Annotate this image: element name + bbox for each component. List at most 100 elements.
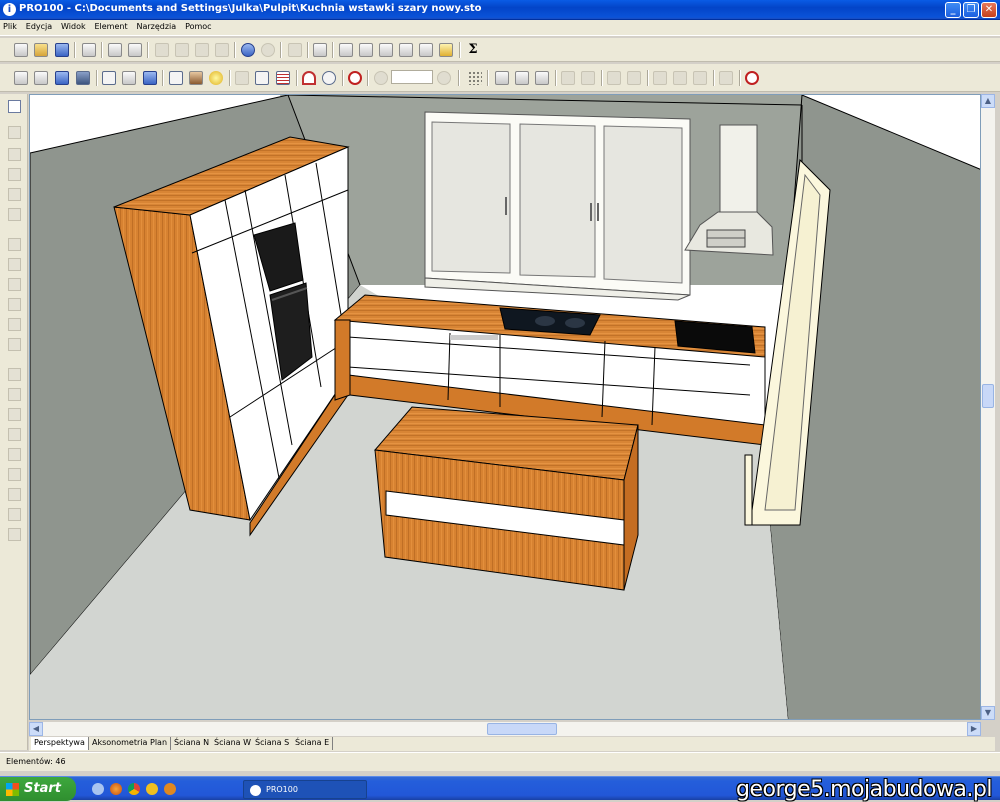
menu-edycja[interactable]: Edycja (23, 20, 55, 31)
chrome-icon[interactable] (128, 783, 140, 795)
copy-icon[interactable] (175, 43, 189, 57)
horizontal-scroll-thumb[interactable] (487, 723, 557, 735)
stack-icon[interactable] (8, 258, 21, 271)
stop-icon[interactable] (745, 71, 759, 85)
magnet-icon[interactable] (302, 71, 316, 85)
view-width-icon[interactable] (399, 43, 413, 57)
save-icon[interactable] (55, 43, 69, 57)
align-top-icon[interactable] (8, 168, 21, 181)
view-zoom-icon[interactable] (379, 43, 393, 57)
print-icon[interactable] (108, 43, 122, 57)
new-file-icon[interactable] (14, 43, 28, 57)
columns2-icon[interactable] (8, 448, 21, 461)
zoom-combo[interactable] (391, 70, 433, 84)
element-list-icon[interactable] (339, 43, 353, 57)
paste-icon[interactable] (195, 43, 209, 57)
distribute-icon[interactable] (8, 238, 21, 251)
delete-icon[interactable] (215, 43, 229, 57)
view-front-icon[interactable] (359, 43, 373, 57)
zoom-in-icon[interactable] (374, 71, 388, 85)
horizontal-scrollbar[interactable]: ◀ ▶ (29, 722, 981, 736)
move-up-icon[interactable] (607, 71, 621, 85)
menu-element[interactable]: Element (91, 20, 130, 31)
undo-icon[interactable] (241, 43, 255, 57)
vertical-scrollbar[interactable]: ▲ ▼ (981, 94, 995, 720)
pro100-app-icon[interactable]: i (3, 3, 16, 16)
door-icon[interactable] (719, 71, 733, 85)
box-outline2-icon[interactable] (122, 71, 136, 85)
edit-document-icon[interactable] (82, 43, 96, 57)
align-right-icon[interactable] (581, 71, 595, 85)
tab-sciana-n[interactable]: Ściana N (171, 737, 214, 750)
tab-aksonometria[interactable]: Aksonometria (89, 737, 152, 750)
textured-view-icon[interactable] (76, 71, 90, 85)
stack2-icon[interactable] (8, 278, 21, 291)
firefox-icon[interactable] (110, 783, 122, 795)
pencil-icon[interactable] (535, 71, 549, 85)
menu-narzedzia[interactable]: Narzędzia (133, 20, 179, 31)
scroll-up-icon[interactable]: ▲ (981, 94, 995, 108)
sum-icon[interactable]: Σ (466, 43, 480, 57)
render-icon[interactable] (439, 43, 453, 57)
target-icon[interactable] (322, 71, 336, 85)
maximize-button[interactable]: ❐ (963, 2, 979, 18)
rotate-icon[interactable] (627, 71, 641, 85)
cube-icon[interactable] (8, 148, 21, 161)
scroll-left-icon[interactable]: ◀ (29, 722, 43, 736)
center-icon[interactable] (348, 71, 362, 85)
scale-icon[interactable] (8, 126, 21, 139)
grid-dots-icon[interactable] (468, 71, 482, 85)
pointer-icon[interactable] (8, 100, 21, 113)
text-labels-icon[interactable] (169, 71, 183, 85)
print-preview-icon[interactable] (128, 43, 142, 57)
snap-icon[interactable] (235, 71, 249, 85)
box-solid-icon[interactable] (143, 71, 157, 85)
rotate-tool-icon[interactable] (8, 528, 21, 541)
link-icon[interactable] (8, 488, 21, 501)
ungroup-icon[interactable] (8, 368, 21, 381)
align-icon[interactable] (495, 71, 509, 85)
winamp-icon[interactable] (164, 783, 176, 795)
desktop-icon[interactable] (92, 783, 104, 795)
tab-sciana-w[interactable]: Ściana W (211, 737, 256, 750)
menu-plik[interactable]: Plik (0, 20, 20, 31)
grid2-icon[interactable] (8, 468, 21, 481)
align-left-icon[interactable] (561, 71, 575, 85)
open-folder-icon[interactable] (34, 43, 48, 57)
align-bottom-icon[interactable] (8, 188, 21, 201)
title-bar[interactable]: i PRO100 - C:\Documents and Settings\Jul… (0, 0, 1000, 20)
cut-icon[interactable] (155, 43, 169, 57)
close-button[interactable]: ✕ (981, 2, 997, 18)
shelf-icon[interactable] (8, 298, 21, 311)
hidden-lines-icon[interactable] (34, 71, 48, 85)
menu-pomoc[interactable]: Pomoc (182, 20, 215, 31)
menu-widok[interactable]: Widok (58, 20, 89, 31)
select-arrow-icon[interactable] (515, 71, 529, 85)
dimension-icon[interactable] (255, 71, 269, 85)
minimize-button[interactable]: _ (945, 2, 961, 18)
wall-icon[interactable] (8, 508, 21, 521)
library-icon[interactable] (288, 43, 302, 57)
redo-icon[interactable] (261, 43, 275, 57)
tab-sciana-e[interactable]: Ściana E (292, 737, 334, 750)
columns-icon[interactable] (8, 428, 21, 441)
3d-viewport[interactable] (29, 94, 981, 720)
zoom-tool-icon[interactable] (8, 208, 21, 221)
scroll-down-icon[interactable]: ▼ (981, 706, 995, 720)
solid-view-icon[interactable] (55, 71, 69, 85)
move-icon[interactable] (653, 71, 667, 85)
scroll-right-icon[interactable]: ▶ (967, 722, 981, 736)
outlook-icon[interactable] (146, 783, 158, 795)
move2-icon[interactable] (673, 71, 687, 85)
box-outline-icon[interactable] (102, 71, 116, 85)
start-button[interactable]: Start (0, 777, 76, 801)
warning-icon[interactable] (693, 71, 707, 85)
grid-icon[interactable] (276, 71, 290, 85)
bars2-icon[interactable] (8, 408, 21, 421)
zoom-out-icon[interactable] (437, 71, 451, 85)
copy-element-icon[interactable] (8, 318, 21, 331)
wireframe-view-icon[interactable] (14, 71, 28, 85)
taskbar-item-pro100[interactable]: PRO100 (243, 780, 367, 799)
vertical-scroll-thumb[interactable] (982, 384, 994, 408)
group-icon[interactable] (8, 338, 21, 351)
